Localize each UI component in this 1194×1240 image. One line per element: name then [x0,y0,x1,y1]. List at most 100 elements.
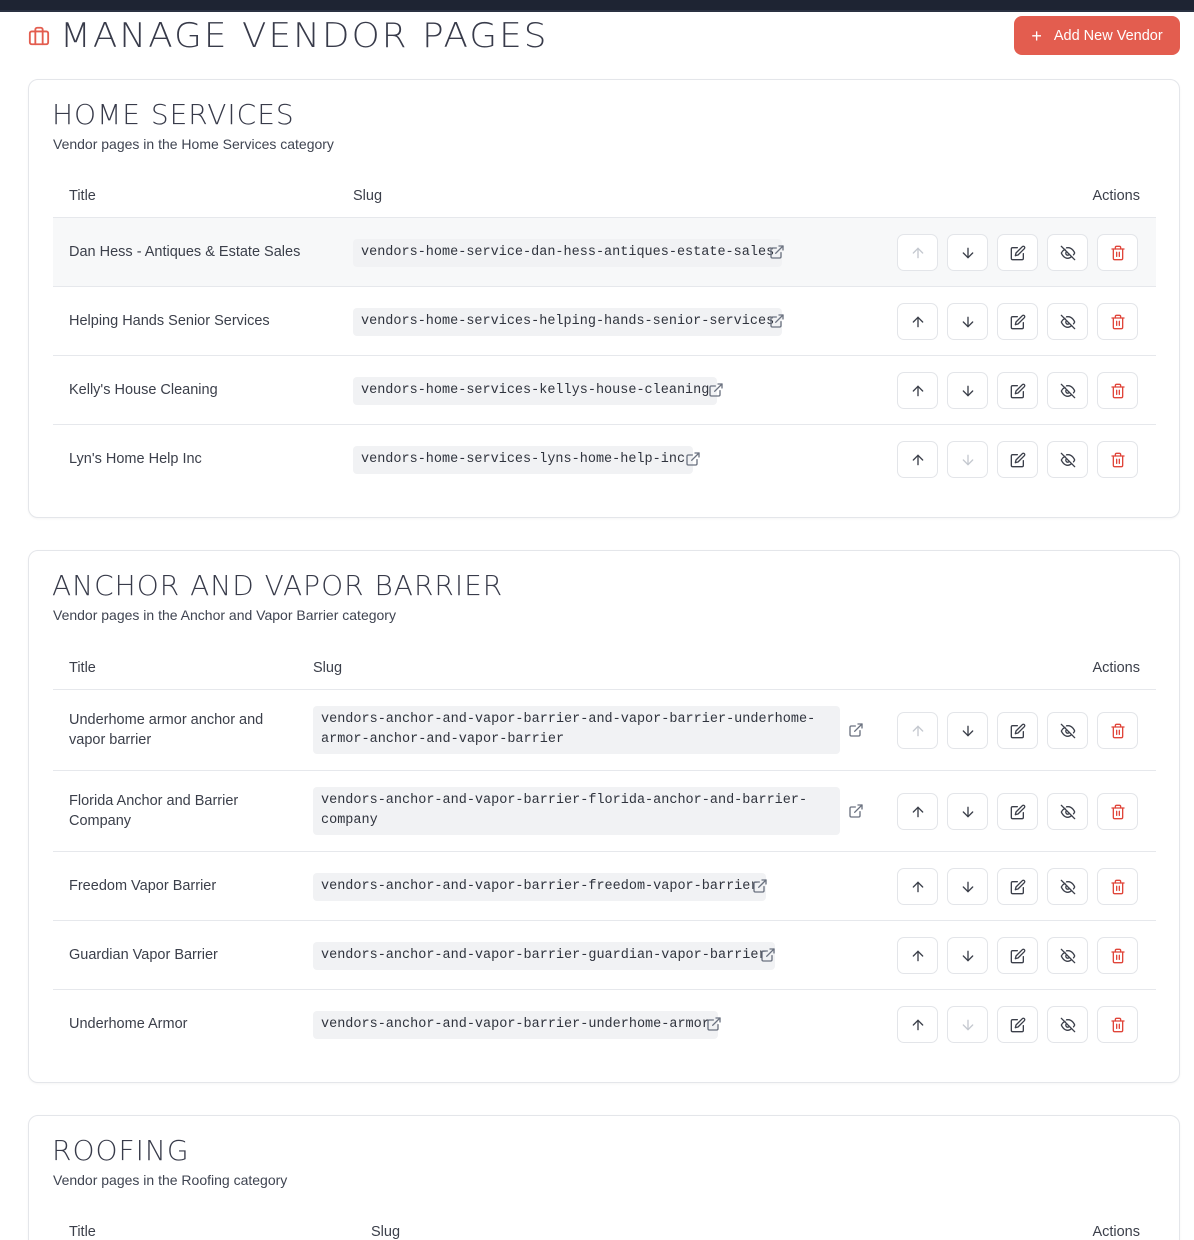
arrow-up-icon [910,383,926,399]
eye-off-icon [1060,1017,1076,1033]
delete-button[interactable] [1097,303,1138,340]
table-row: Guardian Vapor Barrier vendors-anchor-an… [53,921,1156,990]
edit-button[interactable] [997,712,1038,749]
edit-icon [1010,948,1026,964]
trash-icon [1110,1017,1126,1033]
section-card-home-services: Home Services Vendor pages in the Home S… [28,79,1180,518]
move-down-button[interactable] [947,372,988,409]
move-down-button[interactable] [947,441,988,478]
table-header: Title Slug Actions [53,650,1156,690]
hide-button[interactable] [1047,712,1088,749]
vendor-slug-line: company [321,813,378,828]
move-down-button[interactable] [947,793,988,830]
external-link-icon[interactable] [706,1016,722,1032]
vendor-title: Kelly's House Cleaning [69,382,218,398]
delete-button[interactable] [1097,793,1138,830]
edit-button[interactable] [997,234,1038,271]
edit-button[interactable] [997,441,1038,478]
move-up-button[interactable] [897,372,938,409]
external-link-icon[interactable] [708,382,724,398]
add-new-vendor-label: Add New Vendor [1053,27,1163,44]
delete-button[interactable] [1097,234,1138,271]
vendor-slug-line: armor-anchor-and-vapor-barrier [321,732,565,747]
hide-button[interactable] [1047,441,1088,478]
column-header-actions: Actions [1092,660,1140,676]
delete-button[interactable] [1097,372,1138,409]
move-up-button[interactable] [897,712,938,749]
table-row: Florida Anchor and Barrier Company vendo… [53,771,1156,852]
table-row: Underhome armor anchor and vapor barrier… [53,690,1156,771]
arrow-down-icon [960,723,976,739]
move-up-button[interactable] [897,234,938,271]
vendor-slug-line: vendors-anchor-and-vapor-barrier-and-vap… [321,712,816,727]
external-link-icon[interactable] [685,451,701,467]
section-title: Roofing [52,1134,190,1167]
move-down-button[interactable] [947,1006,988,1043]
move-down-button[interactable] [947,234,988,271]
edit-button[interactable] [997,1006,1038,1043]
trash-icon [1110,948,1126,964]
move-up-button[interactable] [897,793,938,830]
move-down-button[interactable] [947,868,988,905]
delete-button[interactable] [1097,868,1138,905]
delete-button[interactable] [1097,937,1138,974]
delete-button[interactable] [1097,712,1138,749]
arrow-down-icon [960,452,976,468]
edit-button[interactable] [997,303,1038,340]
delete-button[interactable] [1097,441,1138,478]
vendor-slug: vendors-home-services-helping-hands-seni… [353,308,783,336]
add-new-vendor-button[interactable]: + Add New Vendor [1014,16,1180,55]
table-row: Kelly's House Cleaning vendors-home-serv… [53,356,1156,425]
edit-button[interactable] [997,372,1038,409]
external-link-icon[interactable] [848,803,864,819]
external-link-icon[interactable] [848,722,864,738]
trash-icon [1110,383,1126,399]
external-link-icon[interactable] [769,313,785,329]
vendor-title: Underhome armor anchor and vapor barrier [69,710,263,750]
external-link-icon[interactable] [769,244,785,260]
edit-button[interactable] [997,868,1038,905]
move-up-button[interactable] [897,1006,938,1043]
edit-button[interactable] [997,937,1038,974]
move-down-button[interactable] [947,303,988,340]
section-card-anchor-and-vapor-barrier: Anchor and Vapor Barrier Vendor pages in… [28,550,1180,1083]
column-header-actions: Actions [1092,1224,1140,1240]
arrow-down-icon [960,804,976,820]
move-up-button[interactable] [897,441,938,478]
external-link-icon[interactable] [752,878,768,894]
move-down-button[interactable] [947,712,988,749]
vendor-title: Florida Anchor and Barrier Company [69,791,238,831]
hide-button[interactable] [1047,868,1088,905]
vendor-title: Dan Hess - Antiques & Estate Sales [69,244,301,260]
move-up-button[interactable] [897,937,938,974]
hide-button[interactable] [1047,303,1088,340]
hide-button[interactable] [1047,234,1088,271]
trash-icon [1110,452,1126,468]
delete-button[interactable] [1097,1006,1138,1043]
section-title: Home Services [52,98,295,131]
edit-icon [1010,452,1026,468]
vendor-title: Freedom Vapor Barrier [69,878,217,894]
hide-button[interactable] [1047,793,1088,830]
section-card-roofing: Roofing Vendor pages in the Roofing cate… [28,1115,1180,1240]
hide-button[interactable] [1047,937,1088,974]
column-header-title: Title [69,188,96,204]
vendor-title: Helping Hands Senior Services [69,313,270,329]
eye-off-icon [1060,383,1076,399]
arrow-up-icon [910,879,926,895]
external-link-icon[interactable] [760,947,776,963]
column-header-title: Title [69,660,96,676]
vendor-title: Lyn's Home Help Inc [69,451,202,467]
vendor-slug: vendors-anchor-and-vapor-barrier-and-vap… [313,706,840,754]
edit-button[interactable] [997,793,1038,830]
section-description: Vendor pages in the Anchor and Vapor Bar… [53,607,396,623]
move-down-button[interactable] [947,937,988,974]
hide-button[interactable] [1047,372,1088,409]
move-up-button[interactable] [897,303,938,340]
hide-button[interactable] [1047,1006,1088,1043]
arrow-up-icon [910,723,926,739]
section-description: Vendor pages in the Home Services catego… [53,136,334,152]
eye-off-icon [1060,452,1076,468]
arrow-up-icon [910,245,926,261]
move-up-button[interactable] [897,868,938,905]
